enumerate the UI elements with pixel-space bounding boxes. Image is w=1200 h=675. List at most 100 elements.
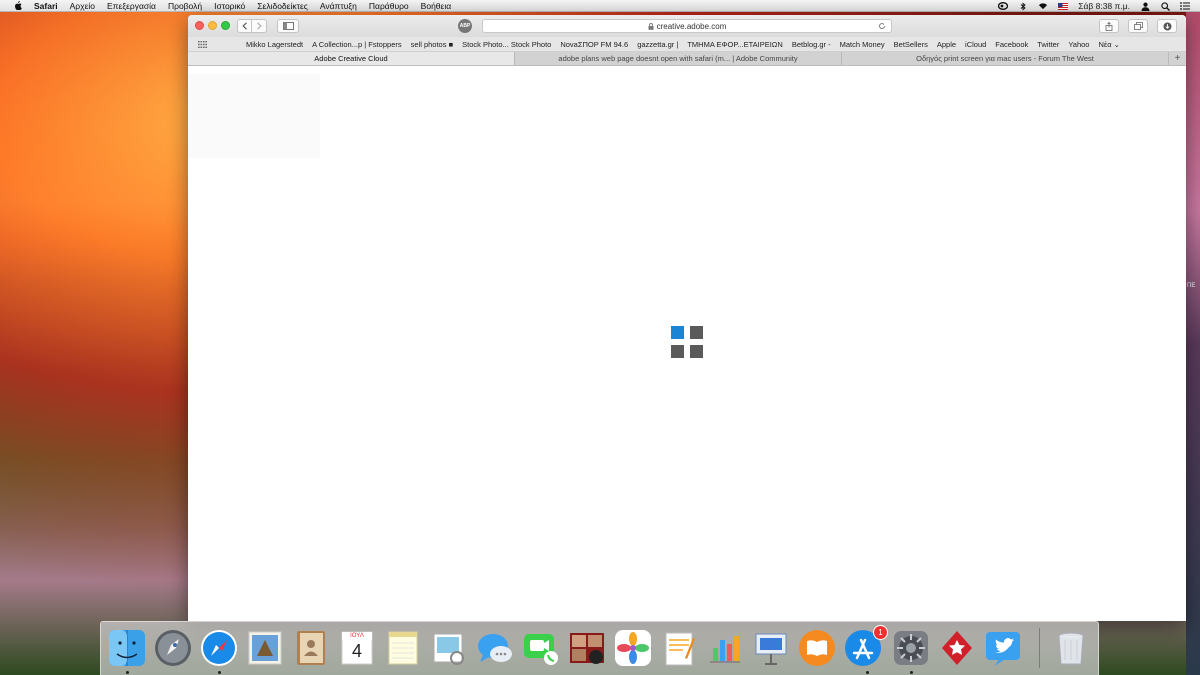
safari-window: ABP creative.adobe.com Mikko Lagerstedt (188, 15, 1186, 621)
bookmark-item[interactable]: gazzetta.gr | (637, 40, 678, 49)
bookmark-item[interactable]: Betblog.gr - (792, 40, 831, 49)
bookmark-item[interactable]: sell photos ■ (411, 40, 453, 49)
share-button[interactable] (1099, 19, 1119, 33)
menu-file[interactable]: Αρχείο (70, 1, 95, 11)
pokerstars-icon[interactable] (937, 628, 977, 668)
loader-square (690, 326, 703, 339)
browser-toolbar: ABP creative.adobe.com (188, 15, 1186, 37)
menu-view[interactable]: Προβολή (168, 1, 202, 11)
menu-edit[interactable]: Επεξεργασία (107, 1, 156, 11)
tab-adobe-creative-cloud[interactable]: Adobe Creative Cloud (188, 52, 515, 65)
contacts-icon[interactable] (291, 628, 331, 668)
show-all-tabs-button[interactable] (1128, 19, 1148, 33)
launchpad-icon[interactable] (153, 628, 193, 668)
user-icon[interactable] (1140, 2, 1150, 11)
reload-icon[interactable] (878, 22, 886, 30)
trash-icon[interactable] (1051, 628, 1091, 668)
spotlight-search-icon[interactable] (1160, 1, 1170, 11)
fullscreen-window-button[interactable] (221, 21, 230, 30)
calendar-month: ΙΟΥΛ (350, 633, 364, 639)
ibooks-icon[interactable] (797, 628, 837, 668)
menu-history[interactable]: Ιστορικό (214, 1, 245, 11)
running-indicator (126, 671, 129, 674)
tab-adobe-community[interactable]: adobe plans web page doesnt open with sa… (515, 52, 842, 65)
numbers-icon[interactable] (705, 628, 745, 668)
mail-icon[interactable] (245, 628, 285, 668)
loader-square (671, 326, 684, 339)
wifi-icon[interactable] (1038, 2, 1048, 11)
desktop-background-right (1186, 12, 1200, 675)
menu-bar: Safari Αρχείο Επεξεργασία Προβολή Ιστορι… (0, 0, 1200, 12)
address-bar[interactable]: creative.adobe.com (482, 19, 892, 33)
tab-bar: Adobe Creative Cloud adobe plans web pag… (188, 52, 1186, 66)
safari-icon[interactable] (199, 628, 239, 668)
running-indicator (910, 671, 913, 674)
menu-bookmarks[interactable]: Σελιδοδείκτες (257, 1, 308, 11)
loader-square (690, 345, 703, 358)
menu-develop[interactable]: Ανάπτυξη (320, 1, 357, 11)
apple-menu-icon[interactable] (14, 1, 22, 10)
creative-cloud-icon[interactable] (998, 2, 1009, 11)
facetime-icon[interactable] (521, 628, 561, 668)
page-content (188, 66, 1186, 621)
url-text: creative.adobe.com (656, 21, 727, 31)
bookmark-item[interactable]: BetSellers (894, 40, 928, 49)
sidebar-icon (282, 22, 294, 30)
bookmark-item[interactable]: Yahoo (1068, 40, 1089, 49)
close-window-button[interactable] (195, 21, 204, 30)
download-icon (1163, 22, 1171, 30)
tab-forum-the-west[interactable]: Οδηγός print screen για mac users - Foru… (842, 52, 1169, 65)
app-store-update-badge: 1 (873, 625, 888, 640)
running-indicator (866, 671, 869, 674)
sidebar-toggle-button[interactable] (277, 19, 299, 33)
bookmark-item[interactable]: NovaΣΠΟΡ FM 94.6 (560, 40, 628, 49)
photos-icon[interactable] (613, 628, 653, 668)
lock-icon (648, 22, 654, 30)
menubar-clock[interactable]: Σάβ 8:38 π.μ. (1078, 1, 1130, 11)
calendar-day: 4 (351, 641, 362, 661)
menu-window[interactable]: Παράθυρο (369, 1, 409, 11)
tabs-icon (1133, 22, 1143, 30)
photo-booth-icon[interactable] (567, 628, 607, 668)
menu-help[interactable]: Βοήθεια (421, 1, 451, 11)
chevron-left-icon (241, 22, 247, 30)
desktop-edge-label: ΠΕ (1187, 283, 1196, 289)
bookmark-item[interactable]: ΤΜΗΜΑ ΕΦΟΡ...ΕΤΑΙΡΕΙΩΝ (687, 40, 783, 49)
adblock-extension-button[interactable]: ABP (458, 19, 472, 33)
bookmark-item[interactable]: Match Money (840, 40, 885, 49)
bookmark-item[interactable]: Apple (937, 40, 956, 49)
dock-separator (1039, 628, 1040, 668)
back-button[interactable] (237, 19, 252, 33)
loading-placeholder-panel (188, 74, 320, 158)
downloads-button[interactable] (1157, 19, 1177, 33)
share-icon (1105, 21, 1113, 31)
bookmarks-overflow-menu[interactable]: Νέα ⌄ (1098, 40, 1119, 49)
notes-icon[interactable] (383, 628, 423, 668)
minimize-window-button[interactable] (208, 21, 217, 30)
system-preferences-icon[interactable] (891, 628, 931, 668)
bookmark-item[interactable]: Stock Photo... Stock Photo (462, 40, 551, 49)
new-tab-button[interactable]: + (1169, 52, 1186, 65)
bookmark-item[interactable]: A Collection...p | Fstoppers (312, 40, 402, 49)
bookmark-item[interactable]: Twitter (1037, 40, 1059, 49)
keynote-icon[interactable] (751, 628, 791, 668)
notification-center-icon[interactable] (1180, 2, 1190, 11)
loading-spinner-icon (671, 326, 703, 358)
twitter-icon[interactable] (983, 628, 1023, 668)
menu-safari[interactable]: Safari (34, 1, 58, 11)
pages-icon[interactable] (659, 628, 699, 668)
running-indicator (218, 671, 221, 674)
preview-icon[interactable] (429, 628, 469, 668)
finder-icon[interactable] (107, 628, 147, 668)
bookmark-item[interactable]: Mikko Lagerstedt (246, 40, 303, 49)
forward-button[interactable] (252, 19, 267, 33)
top-sites-grid-icon[interactable] (198, 41, 207, 48)
input-source-flag-icon[interactable] (1058, 2, 1069, 11)
messages-icon[interactable] (475, 628, 515, 668)
bookmark-item[interactable]: Facebook (995, 40, 1028, 49)
calendar-icon[interactable]: ΙΟΥΛ 4 (337, 628, 377, 668)
loader-square (671, 345, 684, 358)
bookmark-item[interactable]: iCloud (965, 40, 986, 49)
bookmarks-bar: Mikko Lagerstedt A Collection...p | Fsto… (188, 37, 1186, 52)
bluetooth-icon[interactable] (1018, 1, 1028, 11)
